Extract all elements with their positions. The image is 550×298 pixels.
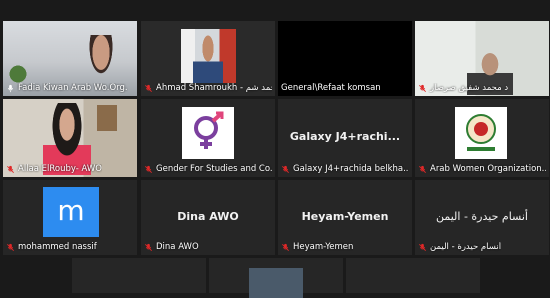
wall-picture [97, 105, 117, 131]
participant-name-bar: General\Refaat komsan [281, 83, 381, 93]
participant-name: General\Refaat komsan [281, 83, 381, 93]
muted-microphone-icon [282, 243, 289, 251]
participant-name: أنسام حيدرة - اليمن [430, 242, 502, 252]
participant-tile-6[interactable]: Gender For Studies and Co... [141, 99, 275, 177]
participant-name-bar: د محمد شفيق صرصار [418, 83, 508, 93]
participant-display-name: أنسام حيدرة - اليمن [436, 209, 528, 223]
muted-microphone-icon [282, 165, 289, 173]
participant-display-name: Dina AWO [177, 209, 239, 223]
participant-tile-9[interactable]: m mohammed nassif [3, 180, 137, 255]
participant-name: Allaa ElRouby- AWO [18, 164, 102, 174]
participant-name: mohammed nassif [18, 242, 97, 252]
participant-name-bar: أنسام حيدرة - اليمن [418, 242, 501, 252]
participant-name-bar: mohammed nassif [6, 242, 97, 252]
participant-display-name: Galaxy J4+rachi... [289, 130, 401, 144]
participant-name-bar: Heyam-Yemen [281, 242, 353, 252]
participant-name: Galaxy J4+rachida belkha... [293, 164, 409, 174]
muted-microphone-icon [419, 165, 426, 173]
participant-tile-7[interactable]: Galaxy J4+rachi... Galaxy J4+rachida bel… [278, 99, 412, 177]
gender-studies-logo [182, 107, 234, 159]
muted-microphone-icon [419, 84, 426, 92]
muted-microphone-icon [419, 243, 426, 251]
participant-display-name: Heyam-Yemen [301, 209, 389, 223]
muted-microphone-icon [145, 243, 152, 251]
participant-name-bar: Fadia Kiwan Arab Wo.Org. [6, 83, 128, 93]
participant-tile-2[interactable]: Ahmad Shamroukh - أحمد شم... [141, 21, 275, 96]
participant-tile-12[interactable]: أنسام حيدرة - اليمن أنسام حيدرة - اليمن [415, 180, 549, 255]
participant-tile-11[interactable]: Heyam-Yemen Heyam-Yemen [278, 180, 412, 255]
participant-tile-8[interactable]: Arab Women Organization... [415, 99, 549, 177]
avatar [249, 268, 303, 298]
participant-name-bar: Galaxy J4+rachida belkha... [281, 164, 409, 174]
muted-microphone-icon [145, 84, 152, 92]
participant-name: Fadia Kiwan Arab Wo.Org. [18, 83, 128, 93]
participant-tile-4[interactable]: د محمد شفيق صرصار [415, 21, 549, 96]
participant-tile-1[interactable]: Fadia Kiwan Arab Wo.Org. [3, 21, 137, 96]
participant-name: د محمد شفيق صرصار [430, 83, 509, 93]
participant-tile-3[interactable]: General\Refaat komsan [278, 21, 412, 96]
muted-microphone-icon [145, 165, 152, 173]
participant-name-bar: Dina AWO [144, 242, 199, 252]
muted-microphone-icon [7, 165, 14, 173]
gender-symbol-icon [194, 111, 224, 149]
muted-microphone-icon [7, 243, 14, 251]
participant-portrait [193, 35, 223, 83]
participant-name: Arab Women Organization... [430, 164, 546, 174]
participant-tile-15[interactable] [346, 258, 480, 293]
participant-name-bar: Allaa ElRouby- AWO [6, 164, 102, 174]
participant-name: Dina AWO [156, 242, 199, 252]
arab-women-organization-logo [455, 107, 507, 159]
participant-name: Heyam-Yemen [293, 242, 354, 252]
participant-name: Gender For Studies and Co... [156, 164, 272, 174]
participant-tile-10[interactable]: Dina AWO Dina AWO [141, 180, 275, 255]
participant-name-bar: Ahmad Shamroukh - أحمد شم... [144, 83, 272, 93]
organization-emblem-icon [466, 114, 496, 151]
participant-tile-14[interactable] [209, 258, 343, 298]
participant-name-bar: Gender For Studies and Co... [144, 164, 272, 174]
participant-tile-13[interactable] [72, 258, 206, 293]
participant-name: Ahmad Shamroukh - أحمد شم... [156, 83, 272, 93]
participant-name-bar: Arab Women Organization... [418, 164, 546, 174]
microphone-icon [7, 84, 14, 92]
participant-tile-5[interactable]: Allaa ElRouby- AWO [3, 99, 137, 177]
avatar: m [43, 187, 99, 237]
